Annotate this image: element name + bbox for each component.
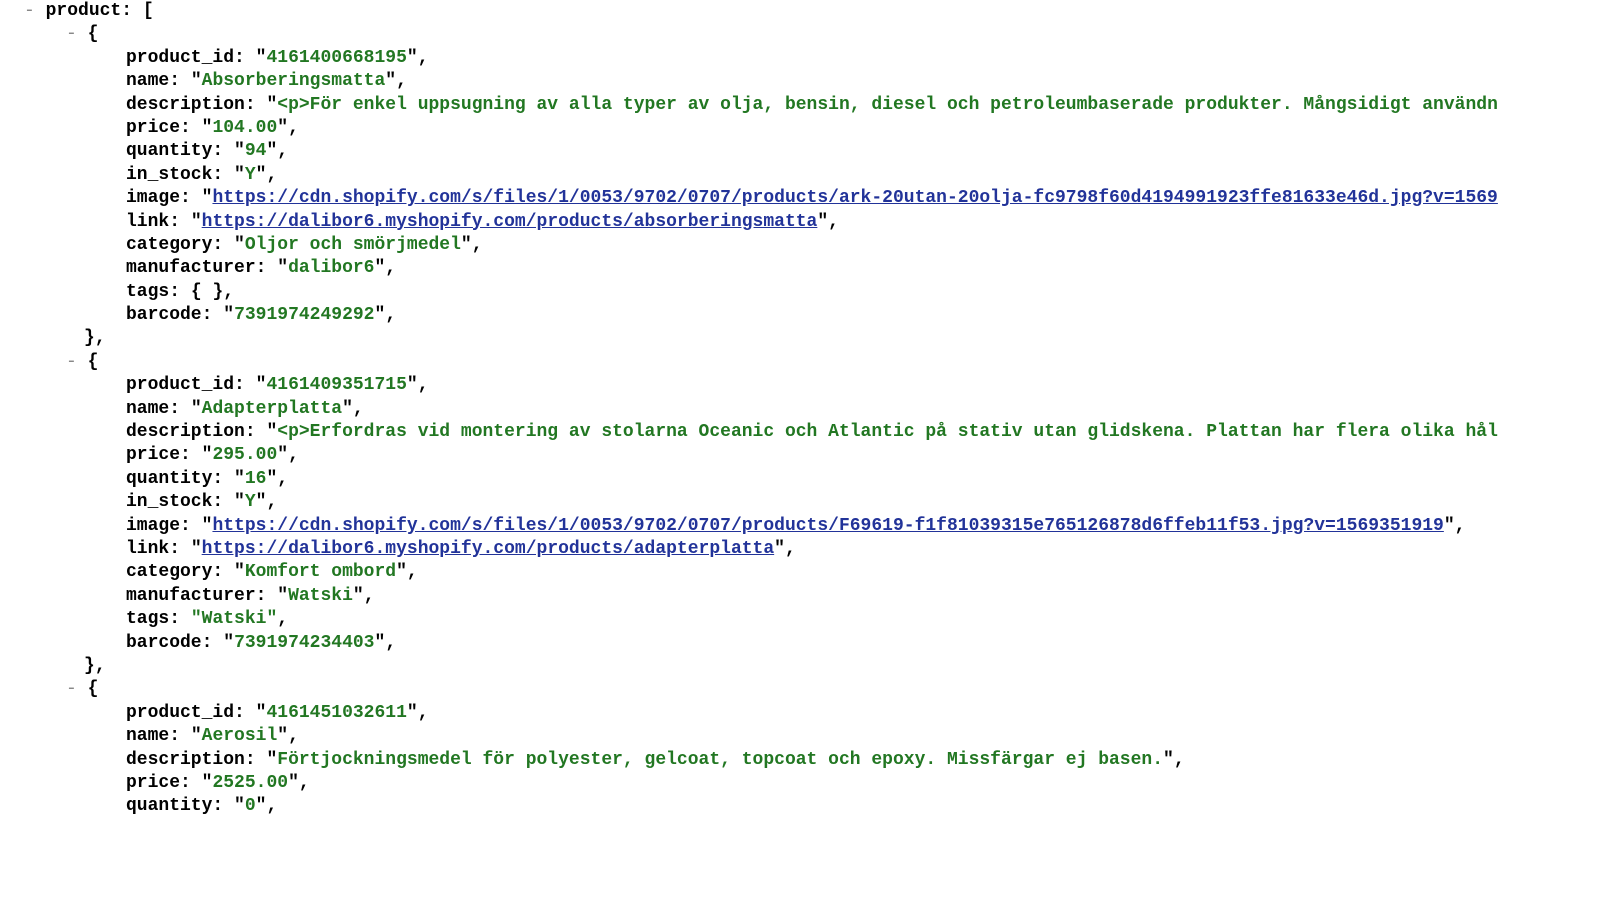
field-value: <p>För enkel uppsugning av alla typer av… [277, 95, 1498, 115]
field-key: link [126, 212, 169, 232]
url-link[interactable]: https://dalibor6.myshopify.com/products/… [202, 212, 818, 232]
field-value: Oljor och smörjmedel [245, 235, 461, 255]
field-row: category: "Komfort ombord", [0, 561, 1600, 584]
field-key: description [126, 750, 245, 770]
field-row: link: "https://dalibor6.myshopify.com/pr… [0, 538, 1600, 561]
field-row: price: "2525.00", [0, 772, 1600, 795]
field-row: manufacturer: "dalibor6", [0, 257, 1600, 280]
field-value: Y [245, 165, 256, 185]
field-key: category [126, 562, 212, 582]
field-row: product_id: "4161409351715", [0, 374, 1600, 397]
field-value: 16 [245, 469, 267, 489]
field-value: Aerosil [202, 726, 278, 746]
field-value: Y [245, 492, 256, 512]
field-key: quantity [126, 469, 212, 489]
field-value: 4161400668195 [266, 48, 406, 68]
field-value: <p>Erfordras vid montering av stolarna O… [277, 422, 1498, 442]
root-key: product [46, 1, 122, 21]
field-key: name [126, 71, 169, 91]
field-value: 0 [245, 796, 256, 816]
field-key: quantity [126, 141, 212, 161]
field-key: name [126, 399, 169, 419]
field-key: name [126, 726, 169, 746]
field-key: product_id [126, 703, 234, 723]
field-row: manufacturer: "Watski", [0, 585, 1600, 608]
json-tree-viewer: - product: [ - { product_id: "4161400668… [0, 0, 1600, 839]
field-value: Komfort ombord [245, 562, 396, 582]
field-row: barcode: "7391974234403", [0, 632, 1600, 655]
field-row: quantity: "0", [0, 795, 1600, 818]
field-key: tags [126, 609, 169, 629]
field-row: quantity: "16", [0, 468, 1600, 491]
field-key: price [126, 118, 180, 138]
field-key: tags [126, 282, 169, 302]
field-value: 295.00 [212, 445, 277, 465]
root-line: - product: [ [0, 0, 1600, 23]
url-link[interactable]: https://dalibor6.myshopify.com/products/… [202, 539, 775, 559]
field-row: name: "Absorberingsmatta", [0, 70, 1600, 93]
field-row: description: "Förtjockningsmedel för pol… [0, 749, 1600, 772]
field-key: manufacturer [126, 258, 256, 278]
field-key: barcode [126, 305, 202, 325]
field-key: price [126, 445, 180, 465]
field-key: in_stock [126, 492, 212, 512]
field-value: 104.00 [212, 118, 277, 138]
field-row: in_stock: "Y", [0, 491, 1600, 514]
collapse-toggle-icon[interactable]: - [66, 352, 77, 372]
field-value: dalibor6 [288, 258, 374, 278]
object-open: - { [0, 351, 1600, 374]
url-link[interactable]: https://cdn.shopify.com/s/files/1/0053/9… [212, 516, 1443, 536]
collapse-toggle-icon[interactable]: - [66, 679, 77, 699]
field-row: tags: "Watski", [0, 608, 1600, 631]
field-row: barcode: "7391974249292", [0, 304, 1600, 327]
field-value: Absorberingsmatta [202, 71, 386, 91]
field-key: manufacturer [126, 586, 256, 606]
field-row: name: "Aerosil", [0, 725, 1600, 748]
field-value: 4161451032611 [266, 703, 406, 723]
field-key: category [126, 235, 212, 255]
field-row: tags: { }, [0, 281, 1600, 304]
field-key: image [126, 188, 180, 208]
field-row: image: "https://cdn.shopify.com/s/files/… [0, 515, 1600, 538]
field-key: image [126, 516, 180, 536]
field-value: 7391974234403 [234, 633, 374, 653]
field-row: quantity: "94", [0, 140, 1600, 163]
field-row: name: "Adapterplatta", [0, 398, 1600, 421]
field-row: price: "104.00", [0, 117, 1600, 140]
field-value: 4161409351715 [266, 375, 406, 395]
field-row: product_id: "4161400668195", [0, 47, 1600, 70]
field-row: description: "<p>För enkel uppsugning av… [0, 94, 1600, 117]
field-key: quantity [126, 796, 212, 816]
field-key: in_stock [126, 165, 212, 185]
collapse-toggle-icon[interactable]: - [24, 1, 35, 21]
object-open: - { [0, 23, 1600, 46]
field-key: description [126, 95, 245, 115]
field-key: link [126, 539, 169, 559]
field-key: product_id [126, 48, 234, 68]
field-value: Watski [288, 586, 353, 606]
field-row: product_id: "4161451032611", [0, 702, 1600, 725]
field-row: link: "https://dalibor6.myshopify.com/pr… [0, 211, 1600, 234]
field-key: price [126, 773, 180, 793]
object-open: - { [0, 678, 1600, 701]
field-row: image: "https://cdn.shopify.com/s/files/… [0, 187, 1600, 210]
field-value: 7391974249292 [234, 305, 374, 325]
field-key: barcode [126, 633, 202, 653]
object-close: }, [0, 655, 1600, 678]
field-value: Förtjockningsmedel för polyester, gelcoa… [277, 750, 1163, 770]
field-value: 94 [245, 141, 267, 161]
field-value: 2525.00 [212, 773, 288, 793]
field-row: price: "295.00", [0, 444, 1600, 467]
field-row: description: "<p>Erfordras vid montering… [0, 421, 1600, 444]
field-value: Adapterplatta [202, 399, 342, 419]
field-row: in_stock: "Y", [0, 164, 1600, 187]
collapse-toggle-icon[interactable]: - [66, 24, 77, 44]
field-key: product_id [126, 375, 234, 395]
object-close: }, [0, 327, 1600, 350]
field-row: category: "Oljor och smörjmedel", [0, 234, 1600, 257]
field-value: "Watski" [191, 609, 277, 629]
field-value: { } [191, 282, 223, 302]
url-link[interactable]: https://cdn.shopify.com/s/files/1/0053/9… [212, 188, 1497, 208]
field-key: description [126, 422, 245, 442]
